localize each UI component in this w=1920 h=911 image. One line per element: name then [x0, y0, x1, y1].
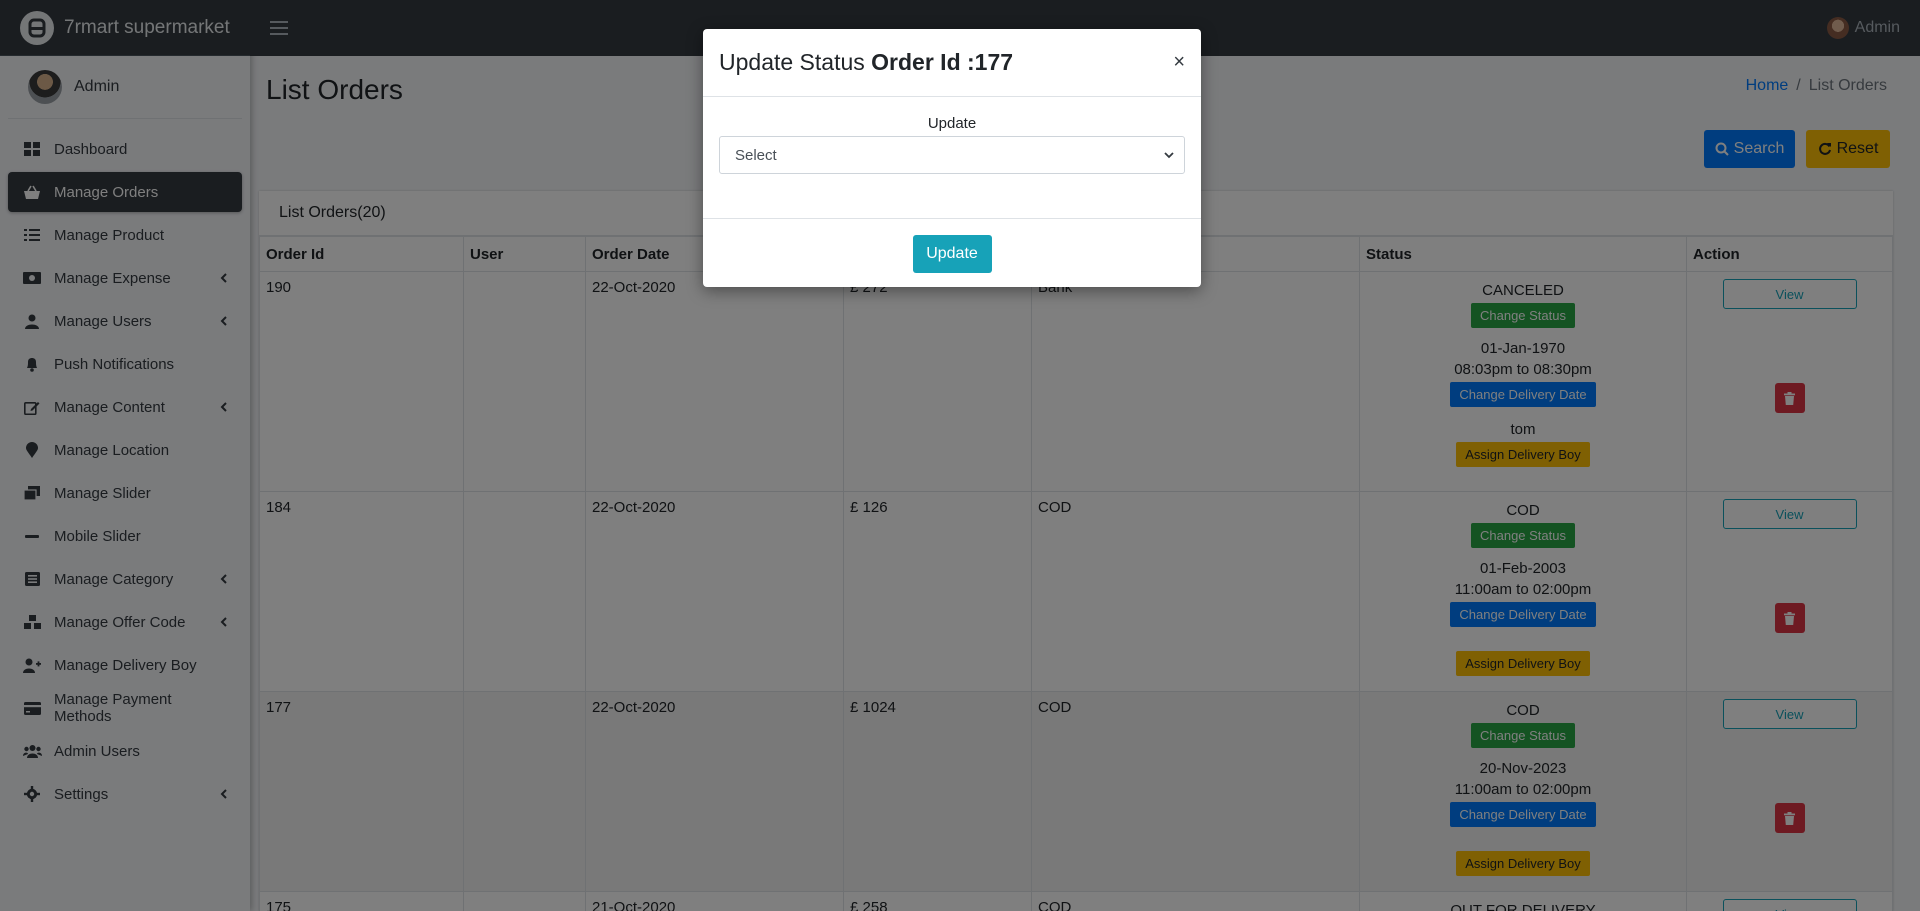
update-field-label: Update [927, 115, 977, 132]
modal-title-order-id: Order Id :177 [871, 49, 1014, 75]
modal-header: Update Status Order Id :177 × [703, 29, 1201, 97]
update-button[interactable]: Update [912, 235, 992, 273]
modal-title: Update Status Order Id :177 [719, 49, 1013, 76]
modal-title-prefix: Update Status [719, 49, 865, 75]
update-status-modal: Update Status Order Id :177 × Update Sel… [703, 29, 1201, 287]
status-select-value: Select [735, 146, 777, 164]
close-icon[interactable]: × [1173, 51, 1185, 74]
modal-body: Update Select [703, 97, 1201, 219]
status-select[interactable]: Select [719, 136, 1185, 174]
modal-footer: Update [703, 219, 1201, 273]
chevron-down-icon [1164, 152, 1174, 159]
